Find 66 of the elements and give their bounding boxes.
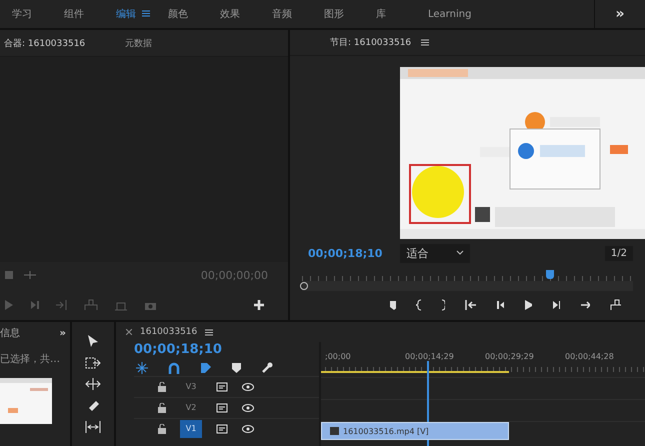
razor-icon[interactable] [86,399,100,412]
add-icon[interactable] [254,300,264,310]
timecode: 00;00;00;00 [200,268,268,282]
panel-tab[interactable]: 元数据 [125,36,182,50]
ruler-label: ;00;00 [325,352,352,361]
playhead[interactable] [546,270,554,279]
marker-icon[interactable] [232,363,241,373]
timecode[interactable]: 00;00;18;10 [308,246,382,260]
workspace-tab[interactable]: 图形 [324,7,376,21]
lift-icon[interactable] [610,299,621,312]
menu-icon[interactable] [421,39,430,46]
overflow-button[interactable]: » [60,328,66,338]
menu-icon[interactable] [205,328,214,336]
step-back-icon[interactable] [496,299,504,312]
wrench-icon[interactable] [261,362,273,374]
slip-icon[interactable] [85,421,101,433]
snap-icon[interactable] [168,362,180,374]
video-clip[interactable]: 1610033516.mp4 [V] [321,422,509,440]
zoom-scrollbar[interactable] [302,281,633,291]
sequence-tab[interactable]: 1610033516 [140,327,198,337]
film-icon [330,427,339,435]
zoom-dropdown[interactable]: 适合 [400,244,470,263]
sync-lock-icon[interactable] [216,424,228,434]
step-forward-icon[interactable] [552,299,560,312]
panel-tab[interactable]: 合器: 1610033516 [4,36,116,50]
lock-icon[interactable] [158,382,166,392]
workspace-tab[interactable]: Learning [428,8,480,20]
timecode[interactable]: 00;00;18;10 [134,342,319,360]
workspace-tab[interactable]: 库 [376,7,428,21]
ripple-edit-icon[interactable] [85,378,101,390]
workspace-tab[interactable]: 颜色 [168,7,220,21]
chevron-icon [456,250,464,256]
resolution-dropdown[interactable]: 1/2 [604,246,633,261]
workspace-tab[interactable]: 学习 [12,7,64,21]
selection-info: 已选择，共… [0,352,61,366]
workspace-tab[interactable]: 编辑 [116,7,168,21]
lock-icon[interactable] [158,403,166,413]
eye-icon[interactable] [242,404,254,412]
play-icon[interactable] [524,299,532,312]
track-target[interactable]: V1 [180,420,202,438]
mark-in-icon[interactable] [416,299,421,312]
menu-icon[interactable] [142,10,150,17]
lock-icon[interactable] [158,424,166,434]
selection-tool-icon[interactable] [87,334,99,348]
mark-out-icon[interactable] [440,299,446,312]
workspace-tab[interactable]: 组件 [64,7,116,21]
sync-lock-icon[interactable] [216,403,228,413]
panel-title: 信息 [0,326,20,340]
ruler-label: 00;00;44;28 [565,352,615,361]
track-target[interactable]: V3 [180,378,202,396]
close-icon[interactable] [126,329,132,335]
sync-lock-icon[interactable] [216,382,228,392]
nest-icon[interactable] [136,362,148,374]
go-to-in-icon[interactable] [465,299,476,312]
eye-icon[interactable] [242,425,254,433]
ruler-label: 00;00;29;29 [485,352,535,361]
track-target[interactable]: V2 [180,399,202,417]
linked-selection-icon[interactable] [200,362,212,374]
track-select-icon[interactable] [85,357,101,369]
marker-icon[interactable] [390,300,396,310]
workspace-tab[interactable]: 效果 [220,7,272,21]
overflow-button[interactable]: » [594,0,645,28]
eye-icon[interactable] [242,383,254,391]
workspace-tab[interactable]: 音频 [272,7,324,21]
panel-title: 节目: 1610033516 [329,36,412,50]
ruler-label: 00;00;14;29 [405,352,455,361]
